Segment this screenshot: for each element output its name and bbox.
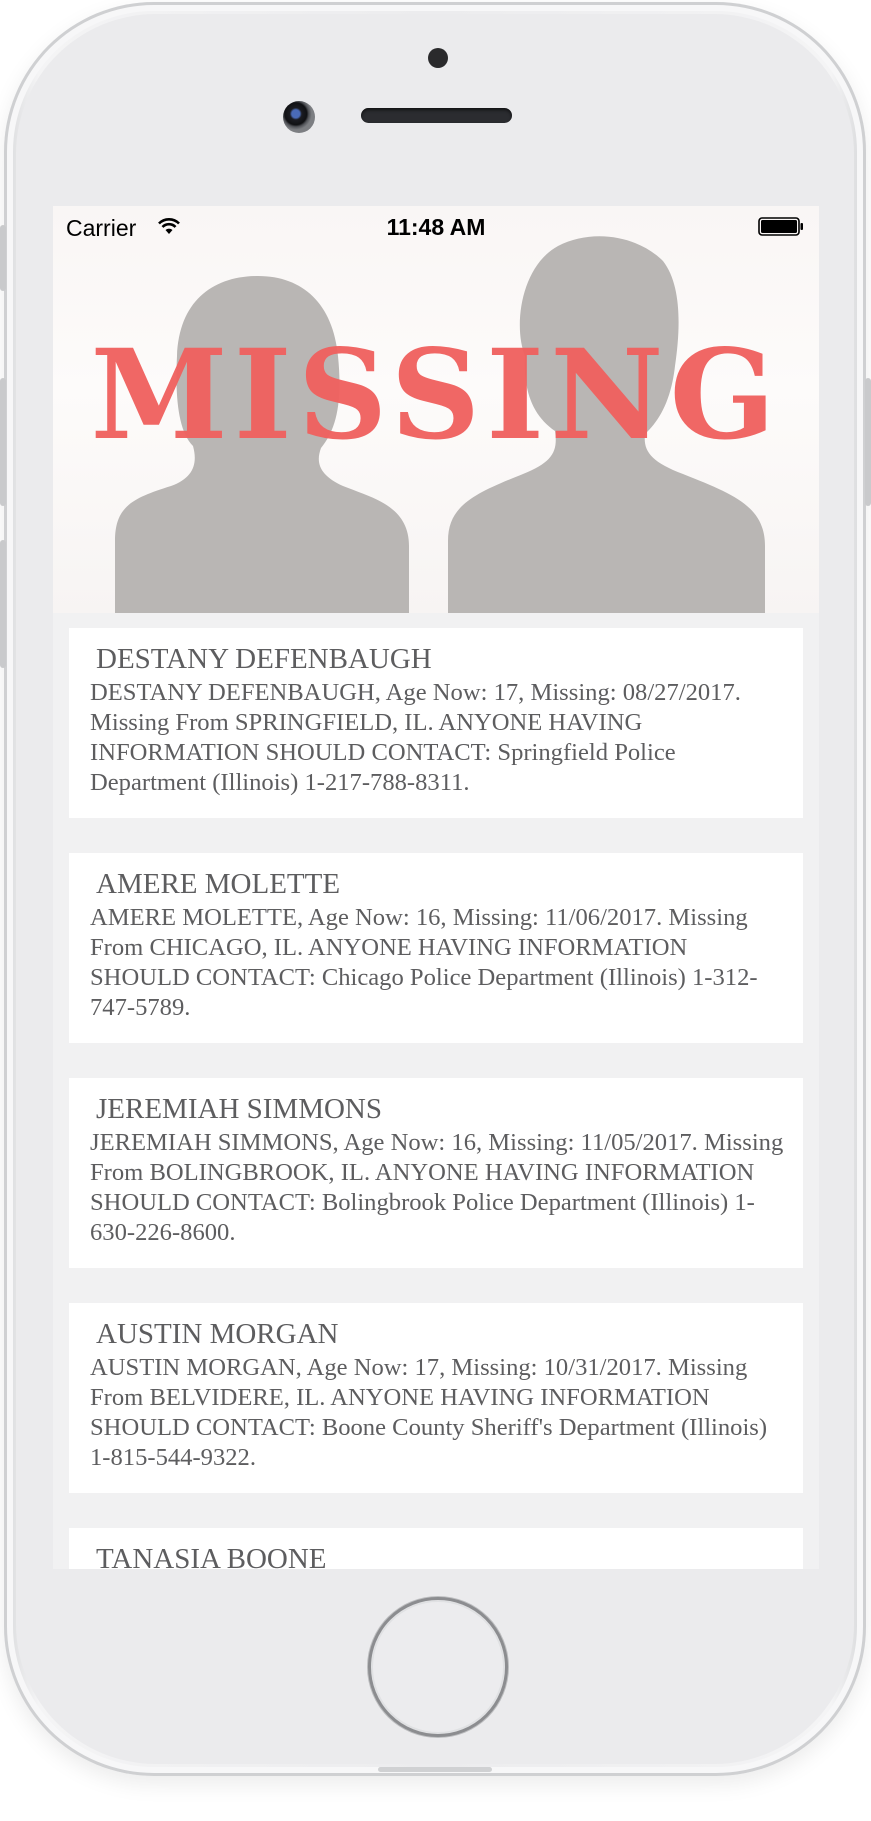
earpiece-speaker (361, 108, 512, 123)
list-item[interactable]: AUSTIN MORGAN AUSTIN MORGAN, Age Now: 17… (69, 1303, 803, 1493)
list-item[interactable]: JEREMIAH SIMMONS JEREMIAH SIMMONS, Age N… (69, 1078, 803, 1268)
person-name: TANASIA BOONE (96, 1543, 327, 1569)
person-name: AMERE MOLETTE (96, 868, 341, 900)
list-item[interactable]: TANASIA BOONE (69, 1528, 803, 1569)
home-button[interactable] (368, 1597, 508, 1737)
mute-switch (0, 225, 6, 291)
app-screen: MISSING Carrier 11:48 AM DESTANY DEFENBA… (53, 206, 819, 1569)
person-name: AUSTIN MORGAN (96, 1318, 339, 1350)
volume-down-button (0, 540, 6, 668)
volume-up-button (0, 378, 6, 506)
list-item[interactable]: DESTANY DEFENBAUGH DESTANY DEFENBAUGH, A… (69, 628, 803, 818)
status-bar: Carrier 11:48 AM (53, 206, 819, 246)
proximity-sensor (428, 48, 448, 68)
list-item[interactable]: AMERE MOLETTE AMERE MOLETTE, Age Now: 16… (69, 853, 803, 1043)
missing-title: MISSING (90, 323, 782, 468)
missing-banner: MISSING (53, 206, 819, 613)
person-details: AMERE MOLETTE, Age Now: 16, Missing: 11/… (90, 904, 758, 1021)
status-time: 11:48 AM (386, 214, 486, 240)
battery-icon (758, 217, 803, 236)
person-name: DESTANY DEFENBAUGH (96, 643, 432, 675)
person-details: AUSTIN MORGAN, Age Now: 17, Missing: 10/… (90, 1354, 768, 1471)
front-camera-icon (283, 101, 315, 133)
power-button (865, 378, 871, 506)
bottom-edge-detail (378, 1767, 492, 1772)
person-details: JEREMIAH SIMMONS, Age Now: 16, Missing: … (90, 1129, 784, 1246)
missing-persons-list: DESTANY DEFENBAUGH DESTANY DEFENBAUGH, A… (69, 628, 803, 1569)
person-details: DESTANY DEFENBAUGH, Age Now: 17, Missing… (90, 679, 741, 796)
person-name: JEREMIAH SIMMONS (96, 1093, 383, 1125)
